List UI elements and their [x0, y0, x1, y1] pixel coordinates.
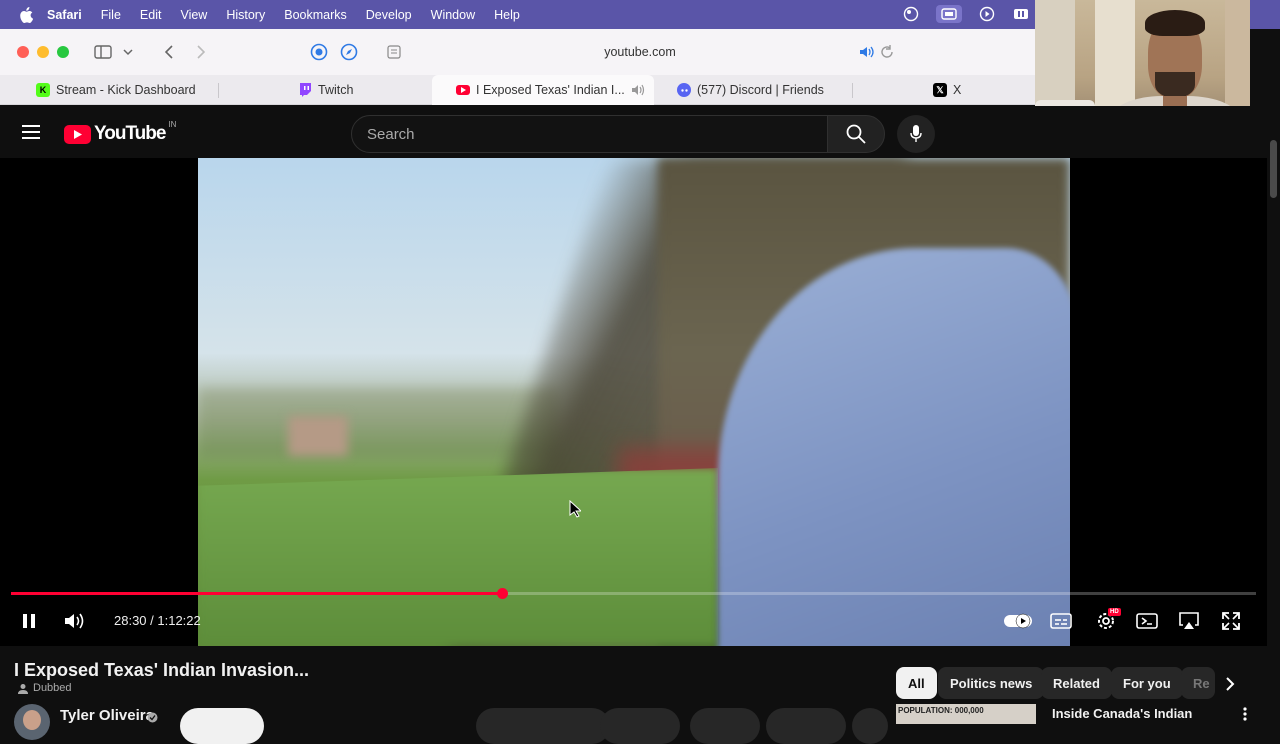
globe-icon[interactable] — [902, 5, 920, 23]
tab-label: Twitch — [318, 83, 354, 97]
save-button[interactable] — [766, 708, 846, 744]
apple-icon[interactable] — [17, 6, 35, 24]
pause-icon — [23, 614, 35, 628]
youtube-header: YouTube IN Search — [0, 106, 1280, 158]
youtube-logo-icon — [64, 124, 91, 144]
menu-history[interactable]: History — [226, 8, 265, 22]
reload-icon[interactable] — [879, 44, 895, 60]
search-input[interactable]: Search — [351, 115, 828, 153]
screen-share-icon[interactable] — [936, 5, 962, 23]
chip-all[interactable]: All — [896, 667, 937, 699]
subscribe-button[interactable] — [180, 708, 264, 744]
twitch-icon — [298, 83, 312, 97]
menu-edit[interactable]: Edit — [140, 8, 162, 22]
region-badge: IN — [168, 119, 177, 129]
menu-file[interactable]: File — [101, 8, 121, 22]
page-scrollbar[interactable] — [1267, 140, 1280, 720]
miniplayer-icon — [1136, 613, 1158, 629]
chip-politics-news[interactable]: Politics news — [938, 667, 1045, 699]
ask-button[interactable] — [690, 708, 760, 744]
chip-truncated[interactable]: Re — [1181, 667, 1215, 699]
search-button[interactable] — [827, 115, 885, 153]
youtube-logo-text: YouTube — [94, 123, 166, 144]
kick-icon: K — [36, 83, 50, 97]
menubar-status-icons — [902, 5, 1030, 23]
menu-develop[interactable]: Develop — [366, 8, 412, 22]
fullscreen-icon — [1222, 612, 1240, 630]
video-details: I Exposed Texas' Indian Invasion... Dubb… — [0, 646, 1267, 744]
autoplay-toggle-icon — [1004, 613, 1032, 629]
subtitles-button[interactable] — [1050, 612, 1072, 630]
video-player[interactable]: 28:30 / 1:12:22 HD — [0, 158, 1267, 646]
airplay-button[interactable] — [1178, 611, 1200, 631]
x-logo-icon: 𝕏 — [933, 83, 947, 97]
video-title: I Exposed Texas' Indian Invasion... — [14, 660, 310, 680]
tab-x[interactable]: 𝕏 X — [933, 75, 961, 105]
tab-bar: K Stream - Kick Dashboard Twitch I Expos… — [0, 75, 1035, 105]
airplay-icon — [1179, 612, 1199, 629]
video-frame[interactable] — [198, 158, 1070, 646]
chip-for-you[interactable]: For you — [1111, 667, 1183, 699]
progress-fill — [11, 592, 502, 595]
voice-search-button[interactable] — [897, 115, 935, 153]
pause-button[interactable] — [20, 612, 38, 630]
microphone-icon — [910, 125, 922, 142]
search-icon — [846, 124, 866, 144]
tab-label: X — [953, 83, 962, 97]
tab-audio-icon[interactable] — [631, 84, 645, 96]
hd-badge: HD — [1108, 608, 1121, 616]
dubbed-badge: Dubbed — [18, 682, 72, 694]
progress-scrubber[interactable] — [497, 588, 508, 599]
youtube-icon — [456, 85, 470, 95]
mouse-cursor-icon — [569, 499, 583, 523]
play-circle-icon[interactable] — [978, 5, 996, 23]
youtube-logo[interactable]: YouTube IN — [64, 119, 177, 145]
speaker-icon[interactable] — [859, 44, 875, 60]
menu-app-name[interactable]: Safari — [47, 8, 82, 22]
time-display: 28:30 / 1:12:22 — [114, 613, 201, 628]
volume-button[interactable] — [64, 611, 86, 631]
scrollbar-thumb[interactable] — [1270, 140, 1277, 198]
related-thumb-text: POPULATION: 000,000 — [898, 706, 984, 715]
tab-discord[interactable]: (577) Discord | Friends — [677, 75, 824, 105]
autoplay-toggle[interactable] — [1004, 612, 1032, 630]
chip-related[interactable]: Related — [1041, 667, 1112, 699]
share-button[interactable] — [600, 708, 680, 744]
dubbed-label: Dubbed — [33, 682, 72, 694]
tab-label: I Exposed Texas' Indian I... — [476, 83, 625, 97]
tab-kick[interactable]: K Stream - Kick Dashboard — [36, 75, 196, 105]
hamburger-menu-icon[interactable] — [22, 125, 40, 139]
menu-window[interactable]: Window — [431, 8, 475, 22]
fullscreen-button[interactable] — [1221, 611, 1241, 631]
miniplayer-button[interactable] — [1136, 612, 1158, 630]
related-video-title[interactable]: Inside Canada's Indian — [1052, 706, 1192, 721]
volume-icon — [65, 613, 84, 629]
chevron-right-icon[interactable] — [1226, 677, 1235, 696]
tab-twitch[interactable]: Twitch — [298, 75, 353, 105]
tab-label: Stream - Kick Dashboard — [56, 83, 196, 97]
menu-bookmarks[interactable]: Bookmarks — [284, 8, 347, 22]
discord-icon — [677, 83, 691, 97]
channel-name[interactable]: Tyler Oliveira — [60, 707, 154, 724]
channel-avatar[interactable] — [14, 704, 50, 740]
settings-button[interactable]: HD — [1093, 608, 1121, 632]
tab-label: (577) Discord | Friends — [697, 83, 824, 97]
browser-toolbar: youtube.com — [0, 29, 1035, 75]
menu-view[interactable]: View — [180, 8, 207, 22]
dubbed-person-icon — [18, 683, 28, 694]
tab-youtube-active[interactable]: I Exposed Texas' Indian I... — [432, 75, 654, 105]
verified-icon — [147, 710, 158, 728]
more-actions-button[interactable] — [852, 708, 888, 744]
like-dislike-button[interactable] — [476, 708, 610, 744]
subtitles-icon — [1050, 613, 1072, 629]
menu-help[interactable]: Help — [494, 8, 520, 22]
shortcuts-icon[interactable] — [1012, 5, 1030, 23]
more-vert-icon[interactable] — [1243, 707, 1247, 726]
